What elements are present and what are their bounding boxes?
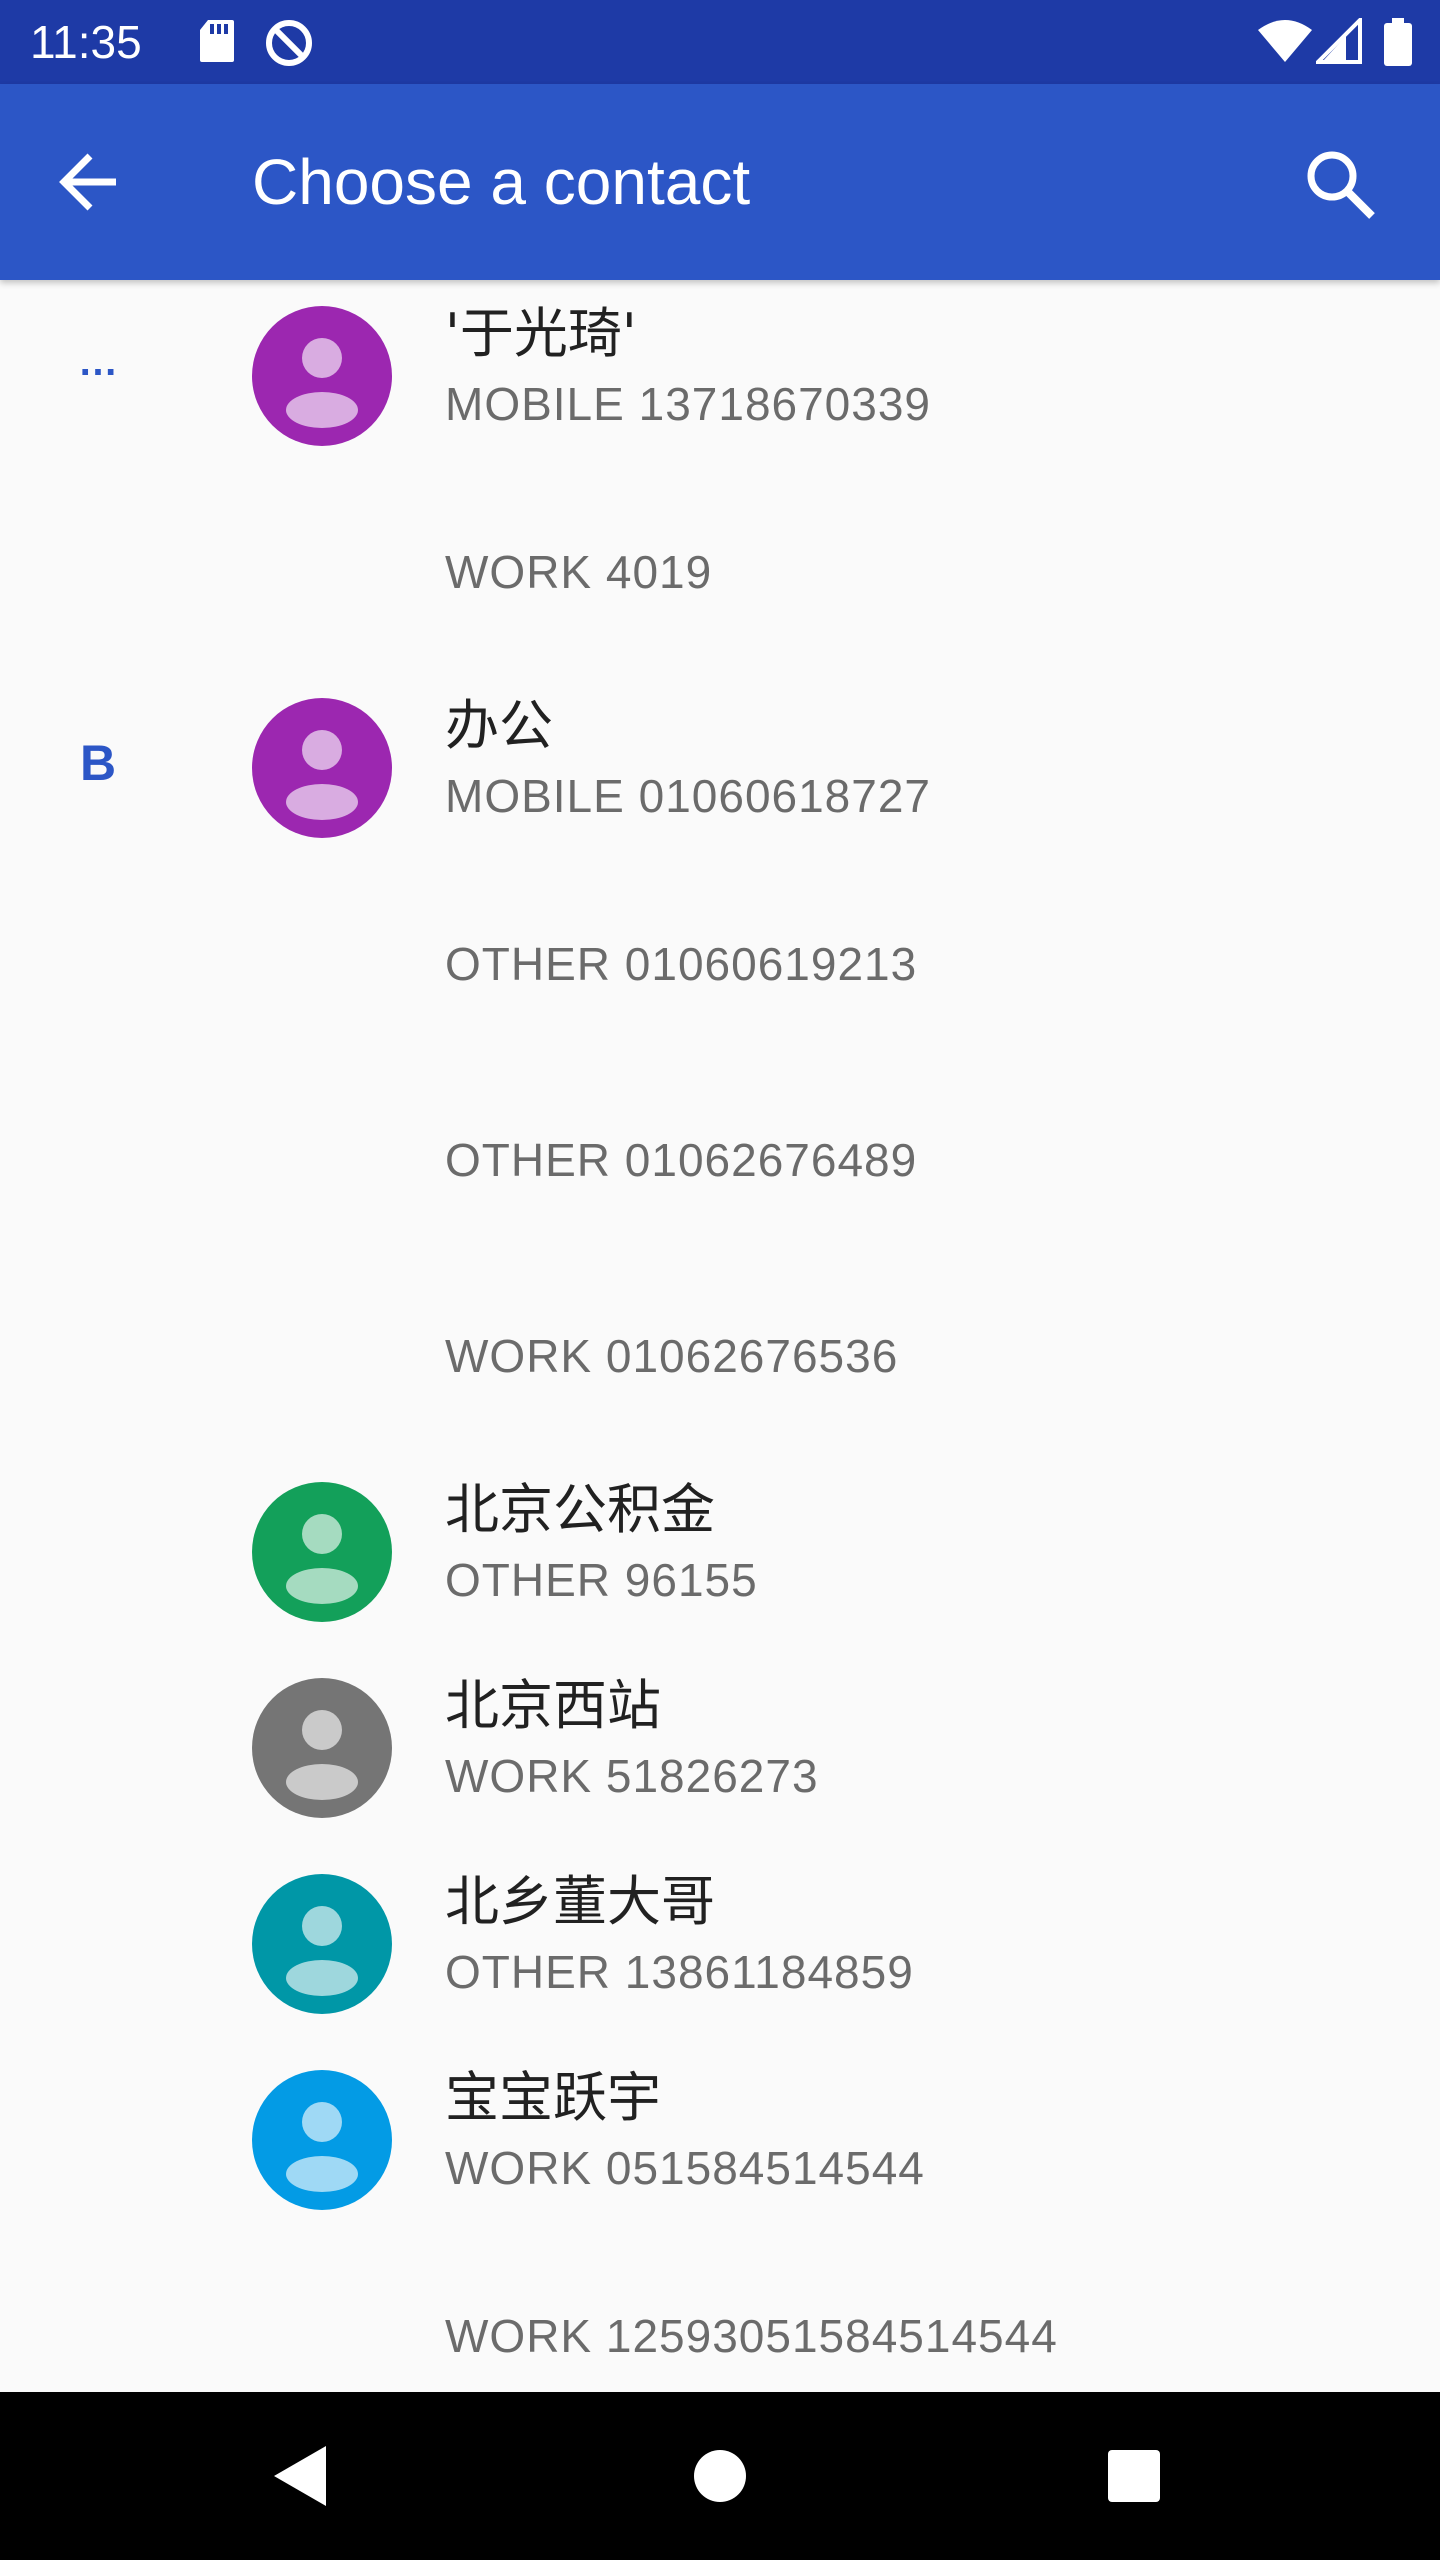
list-item[interactable]: 北京公积金 OTHER 96155 xyxy=(0,1456,1440,1652)
contact-phone: OTHER 01062676489 xyxy=(445,1134,918,1186)
search-icon xyxy=(1307,151,1375,219)
list-item[interactable]: OTHER 01060619213 xyxy=(0,868,1440,1064)
contact-phone: OTHER 01060619213 xyxy=(445,938,918,990)
avatar xyxy=(252,306,392,446)
back-button[interactable] xyxy=(50,142,130,222)
nav-home-button[interactable] xyxy=(680,2436,760,2516)
contact-phone: WORK 12593051584514544 xyxy=(445,2310,1058,2362)
contact-phone: WORK 051584514544 xyxy=(445,2142,925,2194)
list-item[interactable]: WORK 01062676536 xyxy=(0,1260,1440,1456)
page-title: Choose a contact xyxy=(252,146,751,218)
list-item[interactable]: WORK 4019 xyxy=(0,476,1440,672)
person-icon xyxy=(286,730,358,820)
nav-recents-button[interactable] xyxy=(1094,2436,1174,2516)
list-item[interactable]: WORK 12593051584514544 xyxy=(0,2240,1440,2392)
list-item[interactable]: 北京西站 WORK 51826273 xyxy=(0,1652,1440,1848)
signal-icon xyxy=(1316,18,1362,64)
list-item[interactable]: B 办公 MOBILE 01060618727 xyxy=(0,672,1440,868)
nav-back-icon xyxy=(274,2446,326,2506)
sd-card-icon xyxy=(200,20,234,62)
contact-name: 办公 xyxy=(445,694,553,757)
contact-phone: WORK 01062676536 xyxy=(445,1330,899,1382)
arrow-back-icon xyxy=(59,153,116,211)
status-time: 11:35 xyxy=(30,16,142,68)
avatar xyxy=(252,2070,392,2210)
person-icon xyxy=(286,1710,358,1800)
contact-name: 北乡董大哥 xyxy=(445,1870,715,1933)
contact-phone: OTHER 96155 xyxy=(445,1554,758,1606)
avatar xyxy=(252,698,392,838)
contact-name: '于光琦' xyxy=(445,302,637,365)
contact-name: 宝宝跃宇 xyxy=(445,2066,661,2129)
avatar xyxy=(252,1678,392,1818)
nav-back-button[interactable] xyxy=(260,2436,340,2516)
section-header: … xyxy=(78,340,118,384)
person-icon xyxy=(286,2102,358,2192)
list-item[interactable]: 北乡董大哥 OTHER 13861184859 xyxy=(0,1848,1440,2044)
contact-phone: WORK 4019 xyxy=(445,546,713,598)
contact-name: 北京西站 xyxy=(445,1674,661,1737)
contact-phone: MOBILE 13718670339 xyxy=(445,378,932,430)
contact-phone: MOBILE 01060618727 xyxy=(445,770,932,822)
search-button[interactable] xyxy=(1298,142,1382,226)
contact-name: 北京公积金 xyxy=(445,1478,715,1541)
battery-icon xyxy=(1384,18,1412,66)
navigation-bar xyxy=(0,2392,1440,2560)
wifi-icon xyxy=(1258,20,1312,62)
list-item[interactable]: 宝宝跃宇 WORK 051584514544 xyxy=(0,2044,1440,2240)
list-item[interactable]: OTHER 01062676489 xyxy=(0,1064,1440,1260)
avatar xyxy=(252,1482,392,1622)
nav-home-icon xyxy=(694,2450,746,2502)
section-header: B xyxy=(79,735,117,791)
person-icon xyxy=(286,1906,358,1996)
app-bar: Choose a contact xyxy=(0,84,1440,280)
avatar xyxy=(252,1874,392,2014)
status-bar: 11:35 xyxy=(0,0,1440,84)
person-icon xyxy=(286,1514,358,1604)
nav-recents-icon xyxy=(1108,2450,1160,2502)
list-item[interactable]: … '于光琦' MOBILE 13718670339 xyxy=(0,280,1440,476)
do-not-disturb-icon xyxy=(266,20,312,66)
contact-phone: OTHER 13861184859 xyxy=(445,1946,914,1998)
contact-list[interactable]: … '于光琦' MOBILE 13718670339 WORK 4019 B 办… xyxy=(0,280,1440,2392)
contact-phone: WORK 51826273 xyxy=(445,1750,819,1802)
person-icon xyxy=(286,338,358,428)
